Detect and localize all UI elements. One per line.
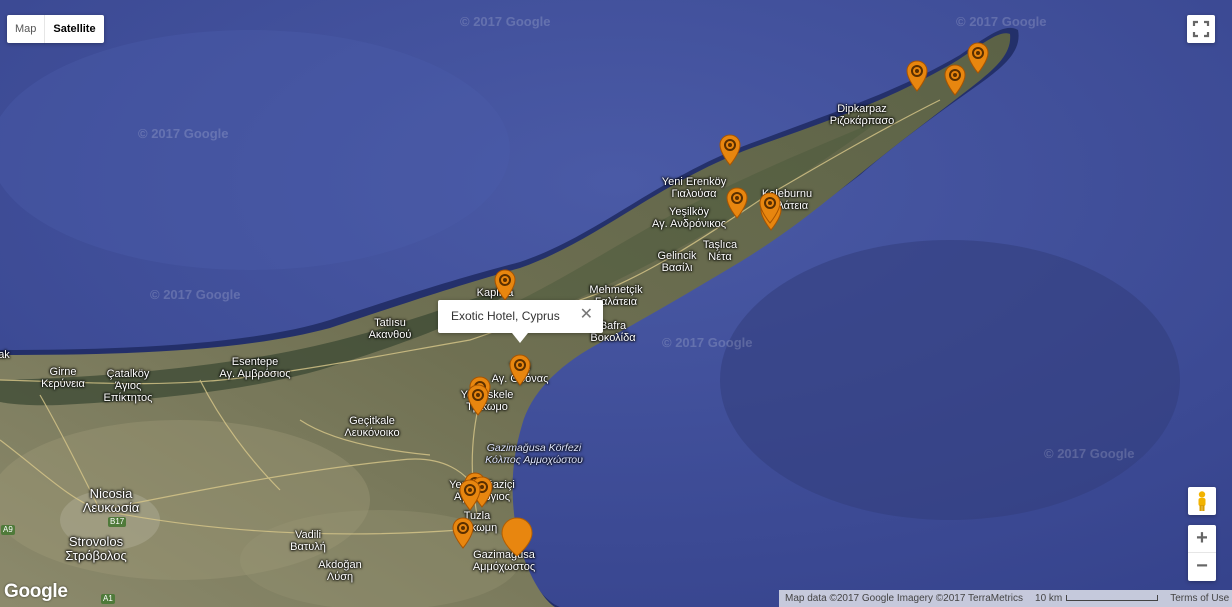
watermark: © 2017 Google (460, 14, 551, 29)
place-label: Gelincik Βασίλι (657, 250, 697, 274)
street-view-pegman-button[interactable] (1188, 487, 1216, 515)
map-type-control: Map Satellite (7, 15, 104, 43)
location-marker-icon[interactable] (466, 384, 490, 416)
location-marker-icon[interactable] (493, 269, 517, 301)
place-label: Çatalköy Άγιος Επίκτητος (103, 368, 153, 404)
location-marker-icon[interactable] (758, 192, 782, 224)
place-label: Geçitkale Λευκόνοικο (344, 415, 400, 439)
map-type-map-button[interactable]: Map (7, 15, 46, 43)
place-label: Esentepe Αγ. Αμβρόσιος (219, 356, 291, 380)
scale-bar (1066, 595, 1159, 602)
info-window-tail (512, 333, 528, 343)
place-label: Dipkarpaz Ριζοκάρπασο (829, 103, 895, 127)
place-label: Tatlısu Ακανθού (368, 317, 412, 341)
road-shield: A1 (101, 594, 115, 604)
fullscreen-icon (1192, 20, 1210, 38)
zoom-control: + − (1188, 525, 1216, 581)
watermark: © 2017 Google (1044, 446, 1135, 461)
watermark: © 2017 Google (662, 335, 753, 350)
place-label: Taşlıca Νέτα (702, 239, 738, 263)
location-marker-icon[interactable] (451, 517, 475, 549)
map-canvas[interactable]: © 2017 Google © 2017 Google © 2017 Googl… (0, 0, 1232, 607)
location-marker-icon[interactable] (905, 60, 929, 92)
place-label: Nicosia Λευκωσία (82, 486, 140, 515)
location-marker-icon[interactable] (943, 64, 967, 96)
place-label: Yeşilköy Αγ. Ανδρόνικος (651, 206, 727, 230)
google-logo[interactable]: Google (4, 581, 68, 603)
watermark: © 2017 Google (150, 287, 241, 302)
place-label: Strovolos Στρόβολος (65, 534, 127, 563)
place-label: Yeni Erenköy Γιαλούσα (661, 176, 727, 200)
location-marker-icon[interactable] (966, 42, 990, 74)
place-label: ak (0, 349, 10, 361)
location-marker-icon[interactable] (458, 479, 482, 511)
place-label: Akdoğan Λύση (318, 559, 362, 583)
zoom-out-button[interactable]: − (1188, 553, 1216, 581)
map-data-attribution[interactable]: Map data ©2017 Google Imagery ©2017 Terr… (779, 593, 1029, 604)
attribution-bar: Map data ©2017 Google Imagery ©2017 Terr… (779, 590, 1232, 607)
marker-cluster-icon[interactable] (500, 517, 534, 557)
fullscreen-button[interactable] (1187, 15, 1215, 43)
zoom-in-button[interactable]: + (1188, 525, 1216, 553)
pegman-icon (1198, 491, 1206, 511)
road-shield: A9 (1, 525, 15, 535)
watermark: © 2017 Google (956, 14, 1047, 29)
terms-link[interactable]: Terms of Use (1164, 593, 1232, 604)
scale-control[interactable]: 10 km (1029, 593, 1164, 604)
scale-label: 10 km (1035, 593, 1063, 604)
info-window-title: Exotic Hotel, Cyprus (451, 309, 560, 323)
location-marker-icon[interactable] (508, 354, 532, 386)
sea-label: Gazimağusa Körfezi Κόλπος Αμμοχώστου (485, 442, 583, 466)
map-type-satellite-button[interactable]: Satellite (45, 15, 103, 43)
location-marker-icon[interactable] (718, 134, 742, 166)
road-shield: B17 (108, 517, 127, 527)
info-window: Exotic Hotel, Cyprus ✕ (438, 300, 603, 343)
location-marker-icon[interactable] (725, 187, 749, 219)
close-icon[interactable]: ✕ (580, 306, 593, 324)
watermark: © 2017 Google (138, 126, 229, 141)
place-label: Vadili Βατυλή (290, 529, 326, 553)
place-label: Girne Κερύνεια (41, 366, 85, 390)
